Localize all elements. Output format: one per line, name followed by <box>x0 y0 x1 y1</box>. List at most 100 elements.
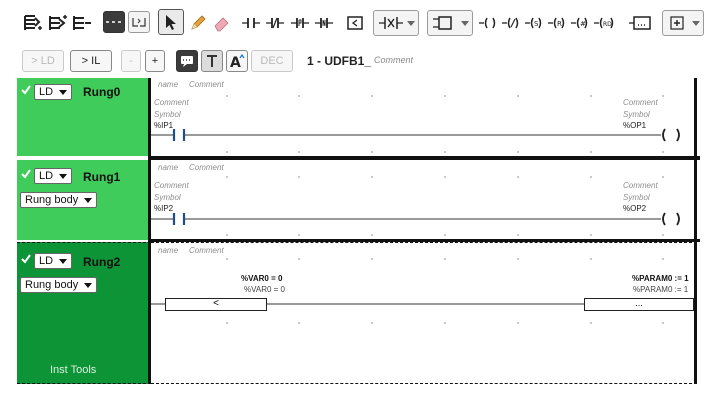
toggle-comments-button[interactable] <box>176 50 198 72</box>
coil-symbol[interactable]: Symbol <box>623 193 650 202</box>
grid-dot <box>662 258 664 260</box>
compare-block-button[interactable] <box>343 10 367 36</box>
coil-block-dropdown[interactable] <box>427 10 473 36</box>
contact-comment[interactable]: Comment <box>154 98 189 107</box>
coil-comment[interactable]: Comment <box>623 98 658 107</box>
operate-block-button[interactable] <box>627 10 653 36</box>
reset-coil-button[interactable]: R <box>547 10 569 36</box>
grid-dot <box>226 151 228 153</box>
grid-dot <box>371 322 373 324</box>
rung-2-language-select[interactable]: LD <box>34 253 73 269</box>
branch-close-button[interactable] <box>128 11 150 33</box>
grid-dot <box>662 234 664 236</box>
insert-rung-above-icon <box>49 15 67 30</box>
font-size-button[interactable]: A <box>226 50 248 72</box>
compare-block[interactable]: < <box>165 298 267 311</box>
rung-1-label-comment[interactable]: Comment <box>189 163 224 172</box>
erase-tool-button[interactable] <box>210 10 232 36</box>
rung-1-label-name[interactable]: name <box>158 163 178 172</box>
rung-1-header[interactable]: LD Rung1 Rung body <box>17 160 151 240</box>
convert-to-il-button[interactable]: > IL <box>70 50 112 72</box>
rung-2-name: Rung2 <box>83 255 121 269</box>
program-comment[interactable]: Comment <box>374 55 413 65</box>
rung-0-header[interactable]: LD Rung0 <box>17 78 151 156</box>
dashed-branch-icon <box>106 21 121 23</box>
set-coil-icon: S <box>525 17 542 29</box>
grid-dot <box>444 322 446 324</box>
branch-close-icon <box>132 18 146 27</box>
negated-coil-icon <box>502 17 519 29</box>
rung-0-body[interactable]: name Comment Comment Symbol %IP1 Comment… <box>151 78 697 156</box>
add-element-dropdown[interactable] <box>662 10 704 36</box>
p-contact-icon <box>291 18 309 28</box>
select-tool-button[interactable] <box>158 9 184 35</box>
grid-dot <box>298 322 300 324</box>
grid-dot <box>444 95 446 97</box>
rung-0-circuit <box>151 128 680 142</box>
rung-2-label-name[interactable]: name <box>158 246 178 255</box>
operate-block[interactable]: ... <box>584 298 694 311</box>
operate-expression-bold[interactable]: %PARAM0 := 1 <box>632 274 689 283</box>
n-contact-icon <box>315 18 333 28</box>
rung-1-body-select[interactable]: Rung body <box>20 192 98 208</box>
normally-closed-contact-button[interactable] <box>264 10 286 36</box>
grid-dot <box>371 151 373 153</box>
rung-2-header[interactable]: LD Rung2 Rung body Inst Tools <box>17 242 151 384</box>
coil-comment[interactable]: Comment <box>623 181 658 190</box>
dec-format-button[interactable]: DEC <box>251 50 293 72</box>
svg-text:R: R <box>557 20 562 28</box>
grid-dot <box>662 176 664 178</box>
contact-ip1 <box>172 129 186 141</box>
rung-0-label-comment[interactable]: Comment <box>189 80 224 89</box>
grid-dot <box>298 258 300 260</box>
comment-bubble-icon <box>181 56 193 67</box>
operate-block-icon <box>629 16 651 30</box>
function-block-dropdown[interactable] <box>373 10 419 36</box>
grid-dot <box>662 95 664 97</box>
grid-dot <box>517 151 519 153</box>
normally-open-contact-button[interactable] <box>240 10 262 36</box>
delete-rung-button[interactable] <box>71 10 93 36</box>
return-coil-button[interactable]: RD <box>593 10 617 36</box>
no-contact-icon <box>242 18 260 28</box>
zoom-out-button[interactable]: - <box>121 50 141 72</box>
jump-coil-button[interactable]: # <box>570 10 592 36</box>
negated-coil-button[interactable] <box>501 10 523 36</box>
contact-symbol[interactable]: Symbol <box>154 193 181 202</box>
compare-expression-bold[interactable]: %VAR0 = 0 <box>241 274 282 283</box>
coil-icon <box>479 17 496 29</box>
rung-0-label-name[interactable]: name <box>158 80 178 89</box>
set-coil-button[interactable]: S <box>524 10 546 36</box>
negative-transition-contact-button[interactable] <box>313 10 335 36</box>
rung-0-language-select[interactable]: LD <box>34 84 73 100</box>
contact-symbol[interactable]: Symbol <box>154 110 181 119</box>
zoom-in-button[interactable]: + <box>145 50 165 72</box>
grid-dot <box>517 95 519 97</box>
chevron-down-icon <box>59 90 68 95</box>
rung-2-body-select[interactable]: Rung body <box>20 277 98 293</box>
grid-dot <box>226 322 228 324</box>
grid-dot <box>444 234 446 236</box>
insert-rung-above-button[interactable] <box>47 10 69 36</box>
coil-button[interactable] <box>478 10 500 36</box>
convert-to-ld-button[interactable]: > LD <box>22 50 64 72</box>
coil-symbol[interactable]: Symbol <box>623 110 650 119</box>
rung-1-body[interactable]: name Comment Comment Symbol %IP2 Comment… <box>151 160 697 240</box>
grid-dot <box>226 258 228 260</box>
grid-dot <box>298 151 300 153</box>
grid-dot <box>444 258 446 260</box>
rung-1-language-select[interactable]: LD <box>34 168 73 184</box>
rung-2-label-comment[interactable]: Comment <box>189 246 224 255</box>
grid-dot <box>590 234 592 236</box>
draw-wire-button[interactable] <box>187 10 209 36</box>
chevron-down-icon <box>461 21 469 26</box>
chevron-down-icon <box>59 174 68 179</box>
rd-coil-icon: RD <box>594 17 614 29</box>
contact-comment[interactable]: Comment <box>154 181 189 190</box>
text-t-icon <box>207 55 217 67</box>
positive-transition-contact-button[interactable] <box>289 10 311 36</box>
toggle-symbols-button[interactable] <box>201 50 223 72</box>
branch-mode-button[interactable] <box>103 11 125 33</box>
insert-rung-below-button[interactable] <box>22 10 44 36</box>
rung-2-body[interactable]: name Comment %VAR0 = 0 %VAR0 = 0 %PARAM0… <box>151 242 697 384</box>
